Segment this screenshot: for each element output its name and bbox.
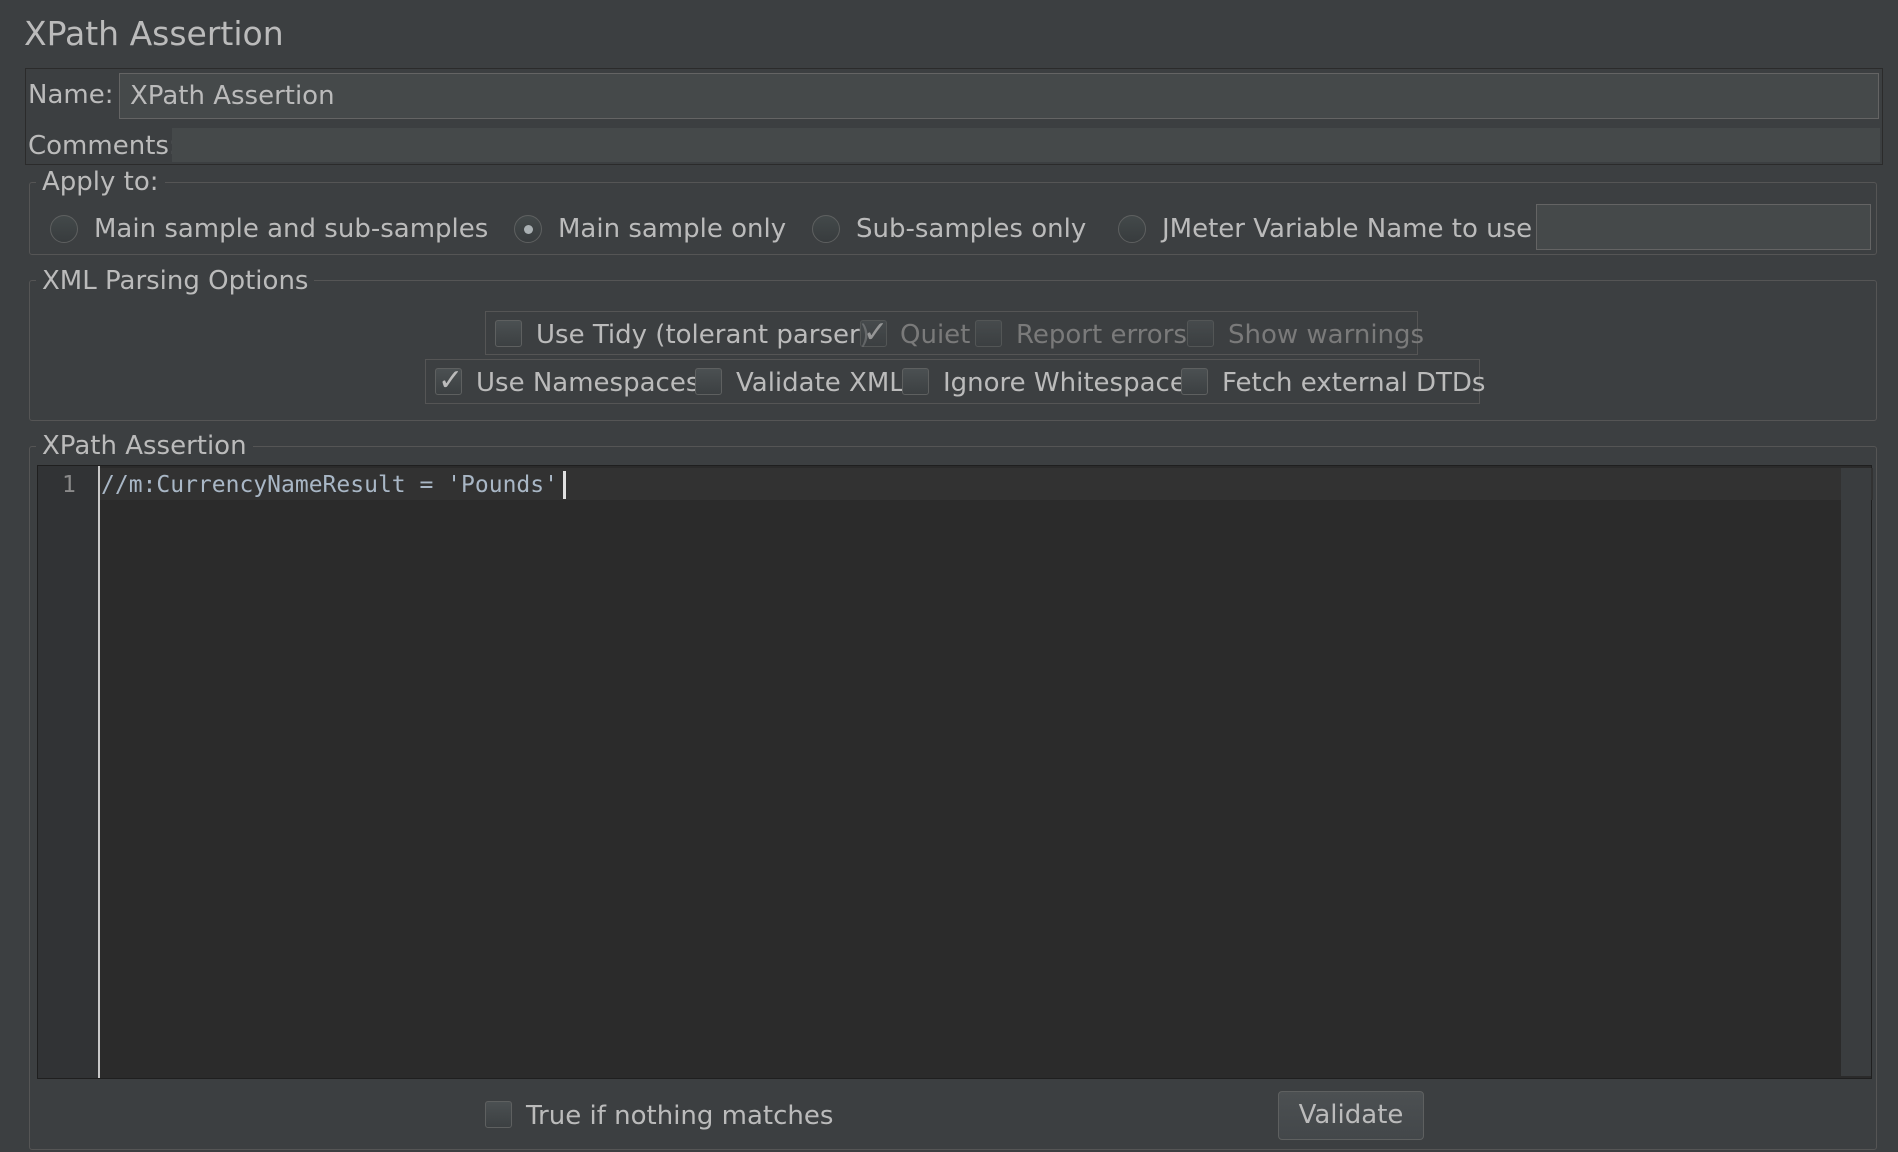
validate-xml-checkbox[interactable] bbox=[695, 368, 722, 395]
radio-main-only[interactable] bbox=[514, 215, 542, 243]
validate-button[interactable]: Validate bbox=[1278, 1091, 1424, 1140]
use-namespaces-label: Use Namespaces bbox=[476, 368, 700, 398]
use-tidy-checkbox[interactable] bbox=[495, 320, 522, 347]
ignore-whitespace-label: Ignore Whitespace bbox=[943, 368, 1186, 398]
vertical-scrollbar[interactable] bbox=[1841, 468, 1871, 1076]
show-warnings-checkbox[interactable] bbox=[1187, 320, 1214, 347]
name-field[interactable]: XPath Assertion bbox=[119, 73, 1879, 119]
true-if-nothing-matches-checkbox[interactable] bbox=[485, 1101, 512, 1128]
radio-sub-only[interactable] bbox=[812, 215, 840, 243]
report-errors-label: Report errors bbox=[1016, 320, 1187, 350]
name-label: Name: bbox=[28, 80, 114, 110]
radio-main-only-label: Main sample only bbox=[558, 214, 787, 244]
show-warnings-label: Show warnings bbox=[1228, 320, 1425, 350]
use-tidy-label: Use Tidy (tolerant parser) bbox=[536, 320, 870, 350]
xpath-code-line: //m:CurrencyNameResult = 'Pounds' bbox=[101, 472, 558, 498]
fetch-dtds-checkbox[interactable] bbox=[1181, 368, 1208, 395]
line-number-gutter bbox=[38, 466, 100, 1078]
radio-main-and-sub[interactable] bbox=[50, 215, 78, 243]
validate-xml-label: Validate XML bbox=[736, 368, 904, 398]
jmeter-variable-input[interactable] bbox=[1536, 204, 1871, 250]
true-if-nothing-matches-label: True if nothing matches bbox=[526, 1101, 834, 1131]
comments-label: Comments: bbox=[28, 131, 178, 161]
xml-parsing-legend: XML Parsing Options bbox=[36, 266, 315, 296]
page-title: XPath Assertion bbox=[24, 14, 284, 53]
radio-jmeter-variable[interactable] bbox=[1118, 215, 1146, 243]
comments-field[interactable] bbox=[172, 128, 1880, 162]
radio-jmeter-variable-label: JMeter Variable Name to use bbox=[1162, 214, 1533, 244]
line-number: 1 bbox=[62, 472, 76, 498]
ignore-whitespace-checkbox[interactable] bbox=[902, 368, 929, 395]
xpath-editor[interactable]: 1 //m:CurrencyNameResult = 'Pounds' bbox=[37, 465, 1873, 1079]
apply-to-legend: Apply to: bbox=[36, 167, 165, 197]
use-namespaces-checkbox[interactable] bbox=[435, 363, 463, 398]
text-caret bbox=[563, 471, 566, 499]
quiet-checkbox[interactable] bbox=[860, 315, 888, 350]
report-errors-checkbox[interactable] bbox=[975, 320, 1002, 347]
fetch-dtds-label: Fetch external DTDs bbox=[1222, 368, 1486, 398]
xpath-assertion-legend: XPath Assertion bbox=[36, 431, 253, 461]
radio-main-and-sub-label: Main sample and sub-samples bbox=[94, 214, 489, 244]
radio-sub-only-label: Sub-samples only bbox=[856, 214, 1087, 244]
quiet-label: Quiet bbox=[900, 320, 971, 350]
